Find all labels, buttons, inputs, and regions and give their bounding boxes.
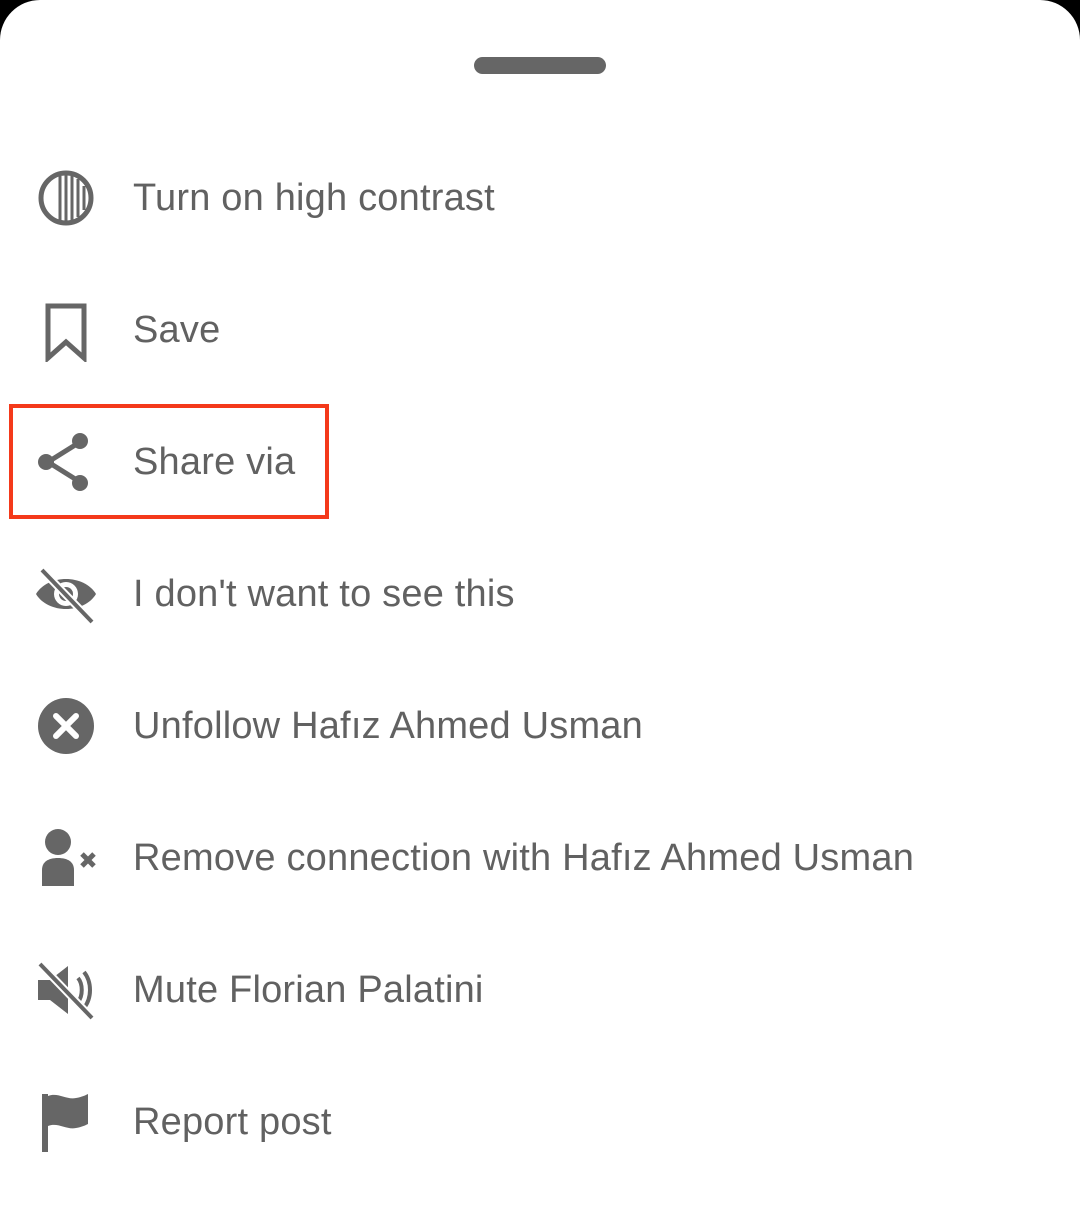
menu-item-unfollow[interactable]: Unfollow Hafız Ahmed Usman: [0, 660, 1080, 792]
menu-item-label: Unfollow Hafız Ahmed Usman: [133, 705, 643, 747]
menu-item-high-contrast[interactable]: Turn on high contrast: [0, 132, 1080, 264]
eye-off-icon: [30, 562, 102, 626]
menu-item-label: Mute Florian Palatini: [133, 969, 484, 1011]
bookmark-icon: [30, 298, 102, 362]
bottom-sheet: Turn on high contrast Save Share via I d…: [0, 0, 1080, 1206]
menu-item-save[interactable]: Save: [0, 264, 1080, 396]
share-icon: [30, 430, 102, 494]
high-contrast-icon: [30, 166, 102, 230]
menu-item-label: Report post: [133, 1101, 332, 1143]
flag-icon: [30, 1090, 102, 1154]
menu-item-hide-post[interactable]: I don't want to see this: [0, 528, 1080, 660]
menu-item-report-post[interactable]: Report post: [0, 1056, 1080, 1188]
drag-handle[interactable]: [474, 57, 606, 74]
menu-item-mute[interactable]: Mute Florian Palatini: [0, 924, 1080, 1056]
remove-person-icon: [30, 826, 102, 890]
menu-item-share-via[interactable]: Share via: [0, 396, 1080, 528]
menu-item-label: Turn on high contrast: [133, 177, 495, 219]
close-circle-icon: [30, 694, 102, 758]
mute-icon: [30, 958, 102, 1022]
menu-item-remove-connection[interactable]: Remove connection with Hafız Ahmed Usman: [0, 792, 1080, 924]
menu-item-label: Remove connection with Hafız Ahmed Usman: [133, 837, 915, 879]
menu-item-label: Save: [133, 309, 221, 351]
menu-item-label: I don't want to see this: [133, 573, 515, 615]
menu-item-label: Share via: [133, 441, 296, 483]
